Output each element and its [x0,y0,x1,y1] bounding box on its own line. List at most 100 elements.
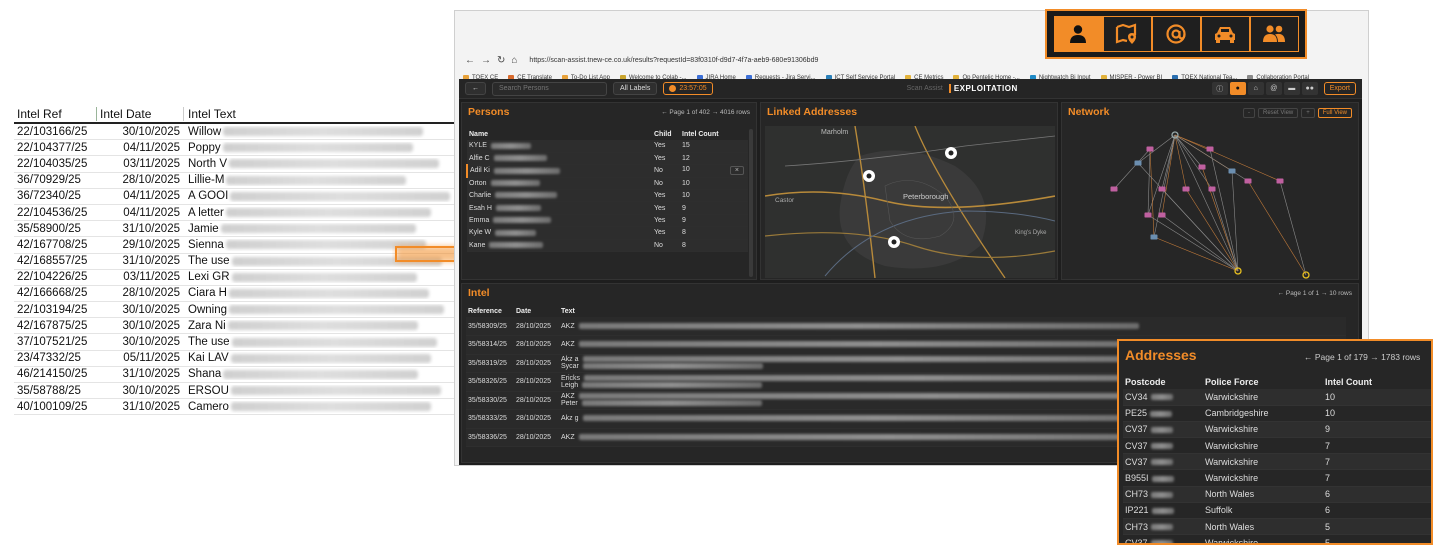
sheet-row[interactable]: 42/166668/25 28/10/2025 Ciara H [14,286,454,303]
person-row[interactable]: Emma Yes 9 [467,214,748,228]
sheet-row[interactable]: 22/104377/25 04/11/2025 Poppy [14,140,454,157]
persons-scrollbar[interactable] [749,129,753,277]
group-view-icon[interactable]: ●● [1301,82,1318,95]
sheet-row[interactable]: 23/47332/25 05/11/2025 Kai LAV [14,351,454,367]
cell-person-child[interactable]: No [652,239,680,253]
cell-person-child[interactable]: Yes [652,201,680,215]
address-row[interactable]: PE25 Cambridgeshire 10 [1123,405,1431,422]
cell-person-name[interactable]: Charlie [467,189,652,203]
cell-intel-ref[interactable]: 42/167875/25 [14,320,96,332]
map-marker-icon[interactable] [888,236,900,248]
cell-person-name[interactable]: Orton [467,177,652,191]
search-persons-input[interactable] [492,81,607,96]
cell-intel-text[interactable]: Zara Ni [184,320,454,332]
cell-person-name[interactable]: Alfie C [467,152,652,166]
cell-intel-reference[interactable]: 35/58314/25 [466,335,514,355]
next-page-icon[interactable]: → [1321,290,1328,297]
cell-intel-ref[interactable]: 22/104226/25 [14,271,96,283]
address-row[interactable]: CH73 North Wales 6 [1123,486,1431,503]
cell-person-child[interactable]: Yes [652,214,680,228]
cell-intel-reference[interactable]: 35/58336/25 [466,428,514,447]
network-person-node[interactable] [1146,146,1154,152]
cell-address-count[interactable]: 5 [1323,534,1431,543]
cell-intel-ref[interactable]: 35/58788/25 [14,385,96,397]
address-row[interactable]: CH73 North Wales 5 [1123,518,1431,536]
network-person-node[interactable] [1158,212,1166,218]
cell-person-count[interactable]: 15 [680,140,748,153]
cell-address-count[interactable]: 6 [1323,502,1431,520]
cell-police-force[interactable]: Warwickshire [1203,437,1323,455]
cell-intel-date[interactable]: 04/11/2025 [96,142,184,154]
sheet-row[interactable]: 46/214150/25 31/10/2025 Shana [14,367,454,383]
person-row[interactable]: Adil Ki No 10 × [466,164,748,178]
cell-intel-date[interactable]: 30/10/2025 [96,304,184,316]
cell-intel-ref[interactable]: 40/100109/25 [14,401,96,413]
address-row[interactable]: CV34 Warwickshire 10 [1123,389,1431,406]
cell-intel-reference[interactable]: 35/58309/25 [466,317,514,336]
people-icon[interactable] [1249,16,1299,52]
network-person-node[interactable] [1228,168,1236,174]
map[interactable]: Marholm Peterborough Castor King's Dyke [765,126,1055,278]
cell-intel-ref[interactable]: 42/166668/25 [14,287,96,299]
cell-intel-text[interactable]: North V [184,158,454,170]
network-person-node[interactable] [1158,186,1166,192]
cell-address-count[interactable]: 10 [1323,405,1431,422]
col-date[interactable]: Date [514,306,559,317]
cell-postcode[interactable]: CV34 [1123,389,1203,406]
prev-page-icon[interactable]: ← [1304,352,1313,362]
cell-person-count[interactable]: 12 [680,152,748,166]
col-text[interactable]: Text [559,306,1346,317]
email-view-icon[interactable]: @ [1265,82,1282,95]
person-row[interactable]: Charlie Yes 10 [467,189,748,203]
prev-page-icon[interactable]: ← [661,109,668,116]
cell-postcode[interactable]: CV37 [1123,437,1203,455]
network-person-node[interactable] [1208,186,1216,192]
cell-postcode[interactable]: CV37 [1123,453,1203,471]
cell-postcode[interactable]: IP221 [1123,502,1203,520]
cell-police-force[interactable]: Warwickshire [1203,453,1323,471]
col-intel-count[interactable]: Intel Count [1323,374,1431,389]
cell-police-force[interactable]: Cambridgeshire [1203,405,1323,422]
sheet-row[interactable]: 35/58900/25 31/10/2025 Jamie [14,221,454,238]
cell-postcode[interactable]: CV37 [1123,421,1203,439]
network-person-node[interactable] [1134,160,1142,166]
at-icon[interactable] [1151,16,1201,52]
col-header-intel-text[interactable]: Intel Text [184,107,454,121]
col-reference[interactable]: Reference [466,306,514,317]
cell-intel-date[interactable]: 31/10/2025 [96,401,184,413]
cell-person-name[interactable]: Kane [467,239,652,253]
cell-intel-text[interactable]: The use [184,336,454,348]
col-header-intel-ref[interactable]: Intel Ref [14,107,96,121]
cell-intel-ref[interactable]: 42/167708/25 [14,239,96,251]
close-icon[interactable]: × [729,166,744,176]
cell-intel-date[interactable]: 03/11/2025 [96,271,184,283]
cell-postcode[interactable]: B955I [1123,469,1203,487]
network-graph[interactable] [1062,125,1358,280]
cell-intel-text[interactable]: Shana [184,368,454,380]
cell-person-name[interactable]: Emma [467,214,652,228]
cell-person-name[interactable]: Adil Ki [466,164,652,178]
person-row[interactable]: Kane No 8 [467,239,748,253]
network-person-node[interactable] [1206,146,1214,152]
cell-person-count[interactable]: 9 [680,214,748,228]
cell-intel-date[interactable]: 28/10/2025 [514,409,559,429]
sheet-row[interactable]: 22/103194/25 30/10/2025 Owning [14,302,454,319]
zoom-in-button[interactable]: + [1301,108,1315,118]
cell-intel-ref[interactable]: 22/104536/25 [14,207,96,219]
cell-intel-text[interactable]: ERSOU [184,385,454,397]
network-person-node[interactable] [1244,178,1252,184]
cell-intel-date[interactable]: 28/10/2025 [514,372,559,392]
nav-buttons-icon[interactable]: ←→↻⌂ [465,55,523,66]
cell-intel-ref[interactable]: 37/107521/25 [14,336,96,348]
cell-intel-date[interactable]: 31/10/2025 [96,255,184,267]
cell-intel-date[interactable]: 04/11/2025 [96,207,184,219]
person-icon[interactable] [1053,16,1103,52]
cell-intel-date[interactable]: 31/10/2025 [96,223,184,235]
cell-intel-date[interactable]: 28/10/2025 [514,317,559,336]
network-person-node[interactable] [1198,164,1206,170]
cell-person-count[interactable]: 10 [680,177,748,191]
address-row[interactable]: IP221 Suffolk 6 [1123,502,1431,520]
cell-intel-ref[interactable]: 35/58900/25 [14,223,96,235]
person-row[interactable]: Kyle W Yes 8 [467,226,748,240]
cell-person-count[interactable]: 8 [680,226,748,240]
